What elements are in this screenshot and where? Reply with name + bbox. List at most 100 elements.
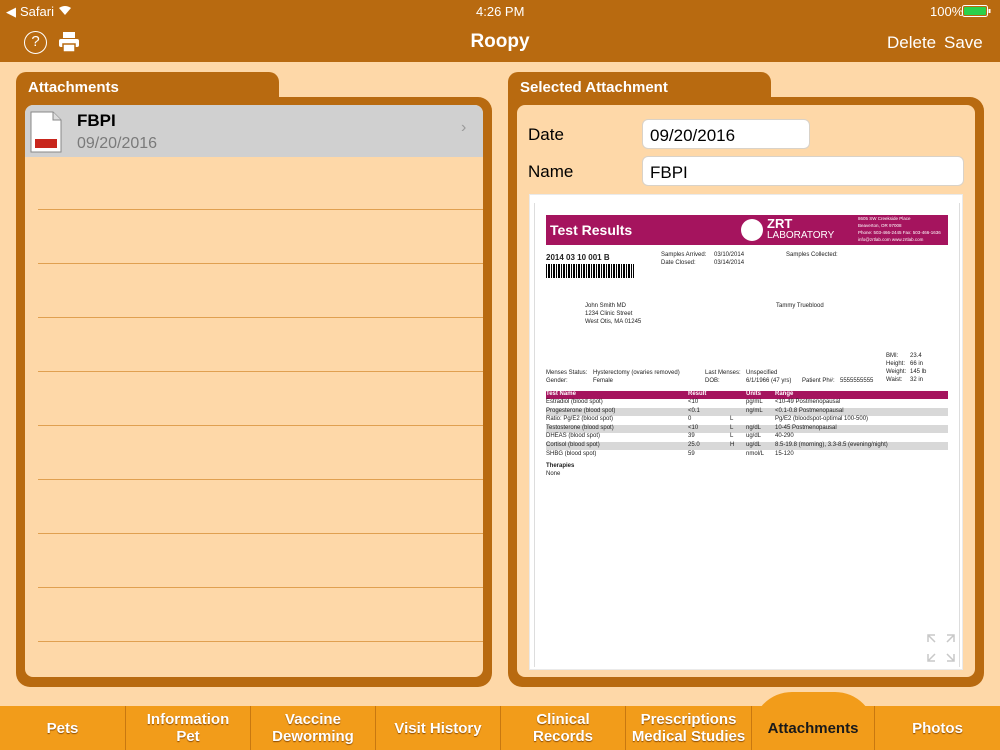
gender-value: Female <box>593 378 614 384</box>
result-row: Estradiol (blood spot) <10 pg/mL <10-49 Pos… <box>546 399 948 407</box>
lab-address-4: info@zrtlab.com www.zrtlab.com <box>858 237 924 242</box>
tab-prescriptions-medical-studies[interactable]: Prescriptions Medical Studies <box>626 706 752 750</box>
lab-address-1: 8605 SW Creekside Place <box>858 216 911 221</box>
date-label: Date <box>528 125 564 144</box>
lab-name-2: LABORATORY <box>767 230 835 241</box>
col-test-name: Test Name <box>546 391 576 397</box>
result-cell: ng/dL <box>746 424 762 431</box>
result-cell: Pg/E2 (bloodspot-optimal 100-500) <box>775 416 869 423</box>
battery-percent: 100% <box>930 4 964 19</box>
tab-photos[interactable]: Photos <box>875 706 1000 750</box>
page-title: Roopy <box>470 31 530 52</box>
report-id: 2014 03 10 001 B <box>546 253 610 262</box>
result-cell: Cortisol (blood spot) <box>546 442 600 448</box>
date-field[interactable]: 09/20/2016 <box>642 119 810 149</box>
result-cell: <10-49 Postmenopausal <box>775 399 841 405</box>
tab-vaccine-deworming[interactable]: Vaccine Deworming <box>251 706 376 750</box>
therapies-value: None <box>546 471 561 477</box>
result-cell: DHEAS (blood spot) <box>546 433 601 440</box>
result-cell: L <box>730 416 734 423</box>
tab-clinical-records[interactable]: Clinical Records <box>501 706 626 750</box>
col-units: Units <box>746 391 761 397</box>
result-cell: ug/dL <box>746 433 762 440</box>
report-header: Test Results ZRT LABORATORY 8605 SW Cree… <box>546 215 948 245</box>
pdf-preview[interactable]: Test Results ZRT LABORATORY 8605 SW Cree… <box>529 194 963 670</box>
attachments-list[interactable]: PDF FBPI 09/20/2016 › <box>25 105 483 677</box>
empty-row <box>38 211 483 264</box>
empty-row <box>38 481 483 534</box>
height-label: Height: <box>886 361 906 367</box>
result-cell: 15-120 <box>775 450 794 457</box>
result-cell: nmol/L <box>746 450 765 457</box>
attachment-row-fbpi[interactable]: PDF FBPI 09/20/2016 › <box>25 105 483 157</box>
result-cell: 25.0 <box>688 442 700 448</box>
weight-label: Weight: <box>886 369 907 375</box>
result-row: SHBG (blood spot) 59 nmol/L 15-120 <box>546 451 948 459</box>
lab-address-2: Beaverton, OR 97008 <box>858 223 902 228</box>
weight-value: 145 lb <box>910 369 927 375</box>
result-row: Progesterone (blood spot) <0.1 ng/mL <0.1-0… <box>546 407 948 416</box>
bottom-tab-bar: Pets Information Pet Vaccine Deworming Vis… <box>0 692 1000 750</box>
menses-status-value: Hysterectomy (ovaries removed) <box>593 370 680 376</box>
empty-row <box>38 373 483 426</box>
save-button[interactable]: Save <box>944 33 983 53</box>
last-menses-value: Unspecified <box>746 370 778 376</box>
battery-icon <box>962 5 992 20</box>
bmi-value: 23.4 <box>910 353 922 359</box>
date-closed-value: 03/14/2014 <box>714 260 745 266</box>
samples-arrived-label: Samples Arrived: <box>661 252 707 258</box>
date-closed-label: Date Closed: <box>661 260 696 266</box>
lab-name: ZRT <box>767 216 793 231</box>
result-cell: 0 <box>688 416 692 423</box>
result-cell: Progesterone (blood spot) <box>546 407 616 414</box>
tab-pets[interactable]: Pets <box>0 706 126 750</box>
result-cell: L <box>730 424 734 431</box>
wifi-icon <box>58 4 72 19</box>
result-cell: 59 <box>688 450 695 457</box>
col-result: Result <box>688 391 707 397</box>
result-cell: 8.5-19.8 (morning), 3.3-8.5 (evening/nig… <box>775 442 888 448</box>
attachment-name: FBPI <box>77 111 116 130</box>
tab-visit-history[interactable]: Visit History <box>376 706 501 750</box>
result-cell: SHBG (blood spot) <box>546 450 597 457</box>
name-field[interactable]: FBPI <box>642 156 964 186</box>
result-cell: <0.1-0.8 Postmenopausal <box>775 407 844 414</box>
last-menses-label: Last Menses: <box>705 370 741 376</box>
expand-icon[interactable] <box>926 633 956 665</box>
back-chevron-icon[interactable]: ◀ <box>6 4 16 20</box>
patient-phone-label: Patient Ph#: <box>802 378 835 384</box>
menses-status-label: Menses Status: <box>546 370 588 376</box>
doctor-address-1: 1234 Clinic Street <box>585 311 633 317</box>
patient-phone-value: 5555555555 <box>840 378 874 384</box>
pdf-badge: PDF <box>41 134 55 141</box>
back-app-label[interactable]: Safari <box>20 4 54 19</box>
result-row: Ratio: Pg/E2 (blood spot) 0 L Pg/E2 (bloods… <box>546 416 948 424</box>
therapies-label: Therapies <box>546 463 575 469</box>
results-table-header: Test Name Result Units Range <box>546 391 948 399</box>
chevron-right-icon: › <box>461 119 467 136</box>
result-row: Cortisol (blood spot) 25.0 Hug/dL 8.5-19.8 … <box>546 442 948 450</box>
dob-label: DOB: <box>705 378 720 384</box>
result-cell: <10 <box>688 399 699 405</box>
empty-row <box>38 427 483 480</box>
waist-label: Waist: <box>886 377 903 383</box>
result-row: DHEAS (blood spot) 39 Lug/dL 40-290 <box>546 433 948 441</box>
delete-button[interactable]: Delete <box>887 33 936 53</box>
tab-attachments[interactable]: Attachments <box>752 706 875 750</box>
result-cell: L <box>730 433 734 440</box>
empty-row <box>38 319 483 372</box>
result-cell: 10-45 Postmenopausal <box>775 424 837 431</box>
lab-logo-icon <box>741 219 763 241</box>
result-cell: Estradiol (blood spot) <box>546 399 603 405</box>
empty-row <box>38 589 483 642</box>
waist-value: 32 in <box>910 377 924 383</box>
bmi-label: BMI: <box>886 353 899 359</box>
tab-pet-information[interactable]: Information Pet <box>126 706 251 750</box>
samples-collected-label: Samples Collected: <box>786 252 838 258</box>
dob-value: 6/1/1966 (47 yrs) <box>746 378 792 384</box>
report-title: Test Results <box>550 222 633 238</box>
attachments-panel: PDF FBPI 09/20/2016 › <box>16 97 492 687</box>
result-cell: pg/mL <box>746 399 763 405</box>
clock: 4:26 PM <box>476 4 525 19</box>
result-cell: H <box>730 442 735 448</box>
